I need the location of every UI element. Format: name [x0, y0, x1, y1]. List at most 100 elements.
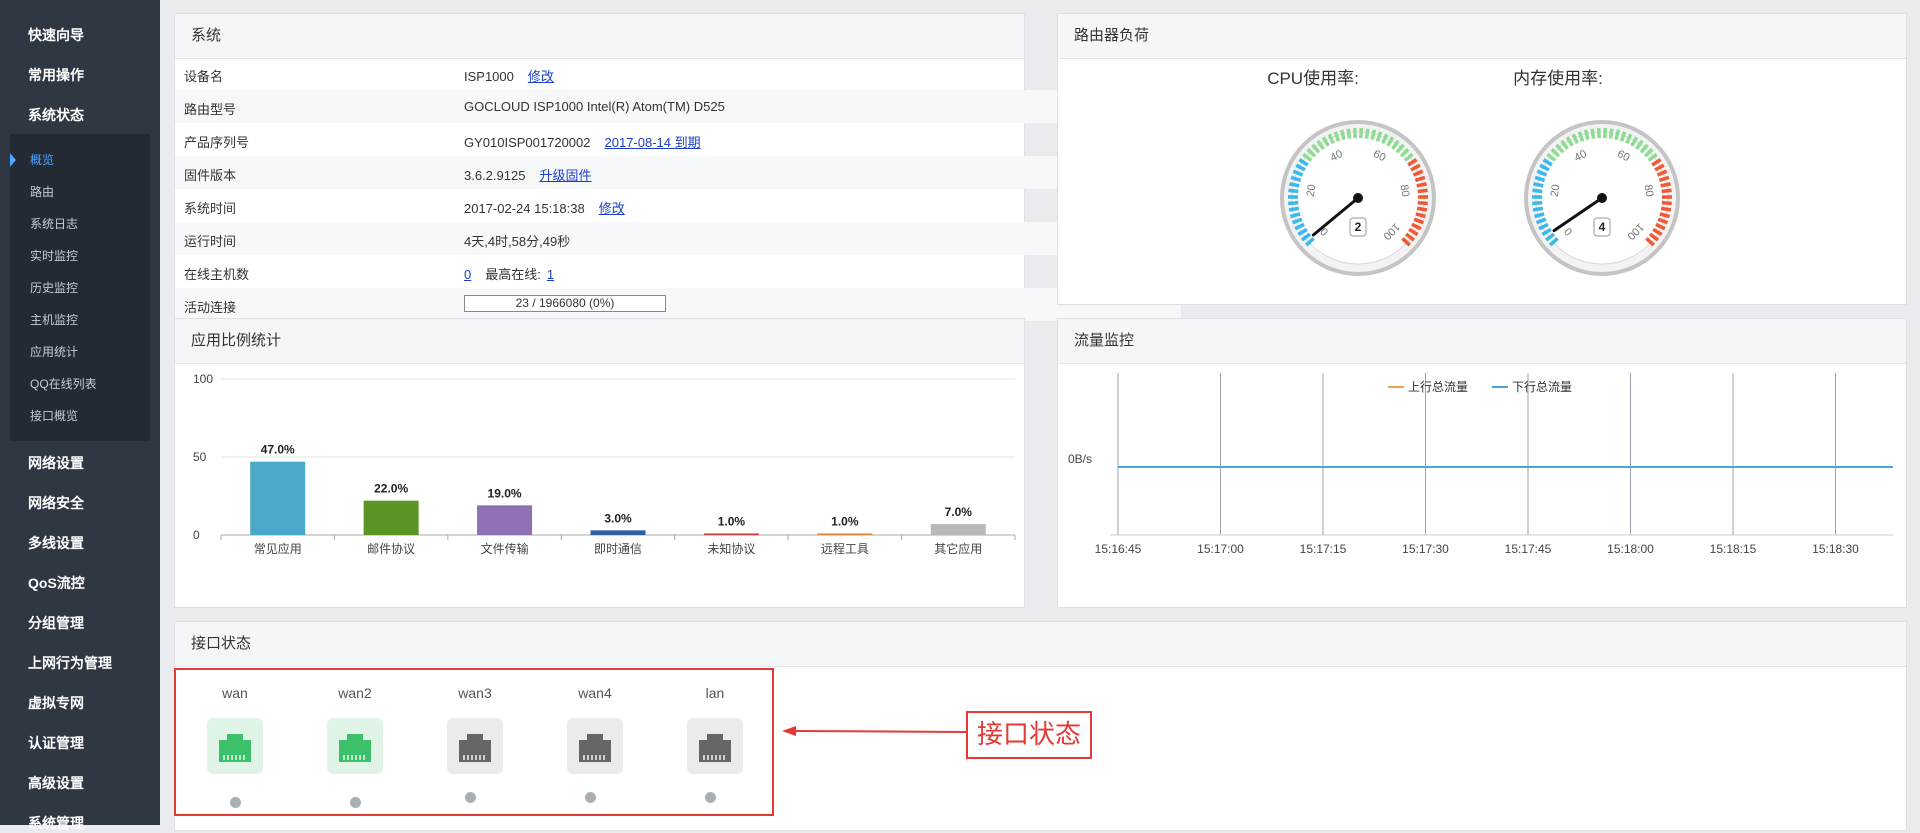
row-value: 0 最高在线: 1: [464, 264, 554, 283]
row-value: 2017-02-24 15:18:38 修改: [464, 198, 625, 217]
ethernet-port-icon: [327, 718, 383, 774]
system-time-value: 2017-02-24 15:18:38: [464, 201, 585, 216]
nav-item-advanced[interactable]: 高级设置: [28, 773, 84, 793]
nav-item-behavior-mgmt[interactable]: 上网行为管理: [28, 653, 112, 673]
gauge-scale-segment: [1417, 208, 1427, 210]
row-label: 产品序列号: [184, 132, 249, 151]
row-label: 路由型号: [184, 99, 236, 118]
gauge-scale-segment: [1592, 129, 1593, 139]
bar: [591, 530, 646, 535]
firmware-value: 3.6.2.9125: [464, 168, 525, 183]
ethernet-port-icon: [207, 718, 263, 774]
port-name-label: wan4: [565, 685, 625, 701]
bar: [931, 524, 986, 535]
row-label: 在线主机数: [184, 264, 249, 283]
gauge-tick-label: 80: [1642, 184, 1656, 198]
gauge-scale-segment: [1372, 130, 1374, 140]
nav-item-group-mgmt[interactable]: 分组管理: [28, 613, 84, 633]
subnav-routing[interactable]: 路由: [30, 183, 54, 200]
nav-item-quick-guide[interactable]: 快速向导: [28, 25, 84, 45]
bar: [477, 505, 532, 535]
system-row-connections: 活动连接 23 / 1966080 (0%): [175, 288, 1181, 321]
gauge-scale-segment: [1661, 184, 1671, 186]
port-name-label: wan: [205, 685, 265, 701]
nav-item-auth-mgmt[interactable]: 认证管理: [28, 733, 84, 753]
subnav-app-stats[interactable]: 应用统计: [30, 343, 78, 360]
subnav-overview[interactable]: 概览: [30, 151, 54, 168]
model-value: GOCLOUD ISP1000 Intel(R) Atom(TM) D525: [464, 99, 725, 114]
row-label: 固件版本: [184, 165, 236, 184]
gauge-tick-label: 20: [1549, 184, 1563, 198]
x-tick-label: 15:18:30: [1812, 542, 1859, 556]
gauge-scale-segment: [1532, 190, 1542, 191]
nav-item-network-security[interactable]: 网络安全: [28, 493, 84, 513]
subnav-system-log[interactable]: 系统日志: [30, 215, 78, 232]
y-tick-label: 100: [193, 372, 213, 386]
gauge-scale-segment: [1586, 130, 1588, 140]
edit-device-name-link[interactable]: 修改: [528, 69, 554, 84]
expiry-link[interactable]: 2017-08-14 到期: [605, 135, 701, 150]
row-value: GY010ISP0017200022017-08-14 到期: [464, 132, 701, 151]
subnav-realtime-monitor[interactable]: 实时监控: [30, 247, 78, 264]
gauge-scale-segment: [1533, 208, 1543, 210]
gauge-scale-segment: [1533, 184, 1543, 186]
port-status-dot: [350, 797, 361, 808]
x-tick-label: 15:17:00: [1197, 542, 1244, 556]
gauge-tick-label: 80: [1398, 184, 1412, 198]
gauge-hub: [1353, 193, 1363, 203]
x-tick-label: 15:17:45: [1505, 542, 1552, 556]
bar-value-label: 22.0%: [374, 482, 408, 496]
legend-label: 上行总流量: [1408, 380, 1468, 394]
x-category-label: 远程工具: [821, 541, 869, 556]
ethernet-port-icon: [567, 718, 623, 774]
row-label: 系统时间: [184, 198, 236, 217]
x-tick-label: 15:18:00: [1607, 542, 1654, 556]
gauge-scale-segment: [1610, 129, 1611, 139]
upgrade-firmware-link[interactable]: 升级固件: [539, 168, 591, 183]
nav-item-system-status[interactable]: 系统状态: [28, 105, 84, 125]
ethernet-port-icon: [687, 718, 743, 774]
gauge-scale-segment: [1660, 214, 1670, 217]
router-load-panel: 路由器负荷 CPU使用率: 内存使用率: 0204060801002 02040…: [1057, 13, 1907, 305]
gauge-scale-segment: [1662, 203, 1672, 204]
x-tick-label: 15:16:45: [1095, 542, 1142, 556]
gauge-scale-segment: [1366, 129, 1367, 139]
edit-time-link[interactable]: 修改: [599, 201, 625, 216]
bar: [817, 533, 872, 535]
x-category-label: 其它应用: [934, 541, 982, 556]
nav-item-common-ops[interactable]: 常用操作: [28, 65, 84, 85]
subnav-host-monitor[interactable]: 主机监控: [30, 311, 78, 328]
subnav-qq-online[interactable]: QQ在线列表: [30, 375, 97, 392]
max-online-label: 最高在线:: [485, 267, 541, 282]
nav-item-qos[interactable]: QoS流控: [28, 573, 85, 593]
row-value: 23 / 1966080 (0%): [464, 297, 666, 314]
system-row-model: 路由型号 GOCLOUD ISP1000 Intel(R) Atom(TM) D…: [175, 90, 1181, 123]
system-panel-title: 系统: [175, 14, 1024, 59]
gauge-scale-segment: [1661, 208, 1671, 210]
bar-value-label: 3.0%: [604, 511, 632, 525]
online-hosts-link[interactable]: 0: [464, 267, 471, 282]
subnav-interface-overview[interactable]: 接口概览: [30, 407, 78, 424]
connections-progress-bar: 23 / 1966080 (0%): [464, 295, 666, 312]
port-status-dot: [705, 792, 716, 803]
x-category-label: 即时通信: [594, 542, 642, 556]
gauge-scale-segment: [1418, 203, 1428, 204]
x-category-label: 邮件协议: [367, 541, 415, 556]
bar-value-label: 1.0%: [831, 514, 859, 528]
gauge-scale-segment: [1417, 184, 1427, 186]
row-value: ISP1000修改: [464, 66, 554, 85]
gauge-scale-segment: [1616, 130, 1618, 140]
gauge-scale-segment: [1290, 214, 1300, 217]
sidebar: 快速向导 常用操作 系统状态 概览 路由 系统日志 实时监控 历史监控 主机监控…: [0, 0, 160, 825]
subnav-history-monitor[interactable]: 历史监控: [30, 279, 78, 296]
max-online-link[interactable]: 1: [547, 267, 554, 282]
system-row-device-name: 设备名 ISP1000修改: [175, 57, 1181, 90]
row-label: 活动连接: [184, 297, 236, 316]
nav-item-network-settings[interactable]: 网络设置: [28, 453, 84, 473]
nav-item-vpn[interactable]: 虚拟专网: [28, 693, 84, 713]
annotation-label: 接口状态: [966, 711, 1092, 759]
nav-item-system-mgmt[interactable]: 系统管理: [28, 813, 84, 833]
bar-value-label: 7.0%: [945, 505, 973, 519]
x-tick-label: 15:17:30: [1402, 542, 1449, 556]
nav-item-multiline[interactable]: 多线设置: [28, 533, 84, 553]
